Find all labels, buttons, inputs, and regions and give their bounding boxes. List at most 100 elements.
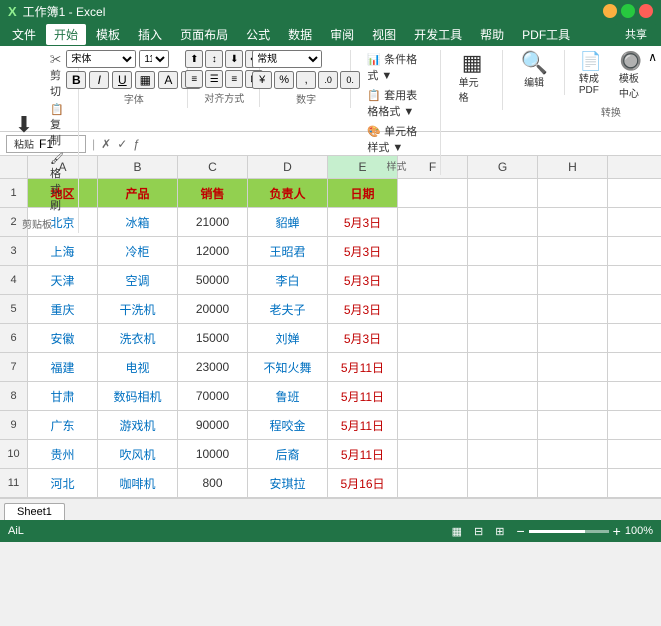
col-header-b[interactable]: B xyxy=(98,156,178,178)
cell-f2[interactable] xyxy=(398,208,468,236)
cell-d9[interactable]: 程咬金 xyxy=(248,411,328,439)
cell-h9[interactable] xyxy=(538,411,608,439)
cell-e3[interactable]: 5月3日 xyxy=(328,237,398,265)
cell-e1[interactable]: 日期 xyxy=(328,179,398,207)
row-header-5[interactable]: 5 xyxy=(0,295,28,323)
italic-button[interactable]: I xyxy=(89,71,109,89)
cancel-formula-icon[interactable]: ✗ xyxy=(101,137,111,151)
cut-button[interactable]: ✂ 剪切 xyxy=(46,50,68,100)
cell-d5[interactable]: 老夫子 xyxy=(248,295,328,323)
cell-b6[interactable]: 洗衣机 xyxy=(98,324,178,352)
border-button[interactable]: ▦ xyxy=(135,71,155,89)
row-header-9[interactable]: 9 xyxy=(0,411,28,439)
cell-h1[interactable] xyxy=(538,179,608,207)
cell-d7[interactable]: 不知火舞 xyxy=(248,353,328,381)
cell-c11[interactable]: 800 xyxy=(178,469,248,497)
row-header-8[interactable]: 8 xyxy=(0,382,28,410)
cell-f5[interactable] xyxy=(398,295,468,323)
cell-a10[interactable]: 贵州 xyxy=(28,440,98,468)
cell-f10[interactable] xyxy=(398,440,468,468)
cell-d3[interactable]: 王昭君 xyxy=(248,237,328,265)
view-normal-icon[interactable]: ▦ xyxy=(452,525,462,538)
cell-g10[interactable] xyxy=(468,440,538,468)
cell-f7[interactable] xyxy=(398,353,468,381)
cell-g6[interactable] xyxy=(468,324,538,352)
cell-h10[interactable] xyxy=(538,440,608,468)
cell-h7[interactable] xyxy=(538,353,608,381)
cell-c10[interactable]: 10000 xyxy=(178,440,248,468)
percent-button[interactable]: % xyxy=(274,71,294,89)
comma-button[interactable]: , xyxy=(296,71,316,89)
align-right-button[interactable]: ≡ xyxy=(225,70,243,88)
menu-template[interactable]: 模板 xyxy=(88,24,128,45)
cell-g4[interactable] xyxy=(468,266,538,294)
cell-d1[interactable]: 负责人 xyxy=(248,179,328,207)
cell-e10[interactable]: 5月11日 xyxy=(328,440,398,468)
col-header-d[interactable]: D xyxy=(248,156,328,178)
cell-h11[interactable] xyxy=(538,469,608,497)
cell-c1[interactable]: 销售 xyxy=(178,179,248,207)
font-family-select[interactable]: 宋体 xyxy=(66,50,136,68)
bold-button[interactable]: B xyxy=(66,71,86,89)
font-size-select[interactable]: 11 xyxy=(139,50,169,68)
conditional-format-button[interactable]: 📊 条件格式 ▼ xyxy=(363,50,429,84)
cell-b3[interactable]: 冷柜 xyxy=(98,237,178,265)
minimize-button[interactable] xyxy=(603,4,617,18)
cell-a8[interactable]: 甘肃 xyxy=(28,382,98,410)
cell-b8[interactable]: 数码相机 xyxy=(98,382,178,410)
col-header-c[interactable]: C xyxy=(178,156,248,178)
dec-increase-button[interactable]: .0 xyxy=(318,71,338,89)
cell-b5[interactable]: 干洗机 xyxy=(98,295,178,323)
close-button[interactable] xyxy=(639,4,653,18)
menu-insert[interactable]: 插入 xyxy=(130,24,170,45)
cell-c2[interactable]: 21000 xyxy=(178,208,248,236)
cell-g1[interactable] xyxy=(468,179,538,207)
cell-c7[interactable]: 23000 xyxy=(178,353,248,381)
row-header-10[interactable]: 10 xyxy=(0,440,28,468)
cell-b4[interactable]: 空调 xyxy=(98,266,178,294)
cell-d8[interactable]: 鲁班 xyxy=(248,382,328,410)
menu-home[interactable]: 开始 xyxy=(46,24,86,45)
cell-c4[interactable]: 50000 xyxy=(178,266,248,294)
cell-a7[interactable]: 福建 xyxy=(28,353,98,381)
insert-function-icon[interactable]: ƒ xyxy=(133,137,140,151)
cell-e4[interactable]: 5月3日 xyxy=(328,266,398,294)
align-center-button[interactable]: ☰ xyxy=(205,70,223,88)
cell-a9[interactable]: 广东 xyxy=(28,411,98,439)
cell-g8[interactable] xyxy=(468,382,538,410)
cell-e5[interactable]: 5月3日 xyxy=(328,295,398,323)
ribbon-collapse-button[interactable]: ∧ xyxy=(648,50,657,64)
cell-b10[interactable]: 吹风机 xyxy=(98,440,178,468)
cell-g3[interactable] xyxy=(468,237,538,265)
menu-dev[interactable]: 开发工具 xyxy=(406,24,470,45)
row-header-6[interactable]: 6 xyxy=(0,324,28,352)
cell-f1[interactable] xyxy=(398,179,468,207)
row-header-4[interactable]: 4 xyxy=(0,266,28,294)
share-button[interactable]: 共享 xyxy=(615,24,657,44)
cell-e11[interactable]: 5月16日 xyxy=(328,469,398,497)
cell-d4[interactable]: 李白 xyxy=(248,266,328,294)
zoom-in-button[interactable]: + xyxy=(613,523,621,539)
cell-f8[interactable] xyxy=(398,382,468,410)
menu-file[interactable]: 文件 xyxy=(4,24,44,45)
col-header-h[interactable]: H xyxy=(538,156,608,178)
row-header-11[interactable]: 11 xyxy=(0,469,28,497)
maximize-button[interactable] xyxy=(621,4,635,18)
cell-c6[interactable]: 15000 xyxy=(178,324,248,352)
menu-view[interactable]: 视图 xyxy=(364,24,404,45)
view-page-icon[interactable]: ⊞ xyxy=(495,525,504,538)
cell-c8[interactable]: 70000 xyxy=(178,382,248,410)
cell-d10[interactable]: 后裔 xyxy=(248,440,328,468)
view-layout-icon[interactable]: ⊟ xyxy=(474,525,483,538)
cell-a6[interactable]: 安徽 xyxy=(28,324,98,352)
format-painter-button[interactable]: 🖌 格式刷 xyxy=(46,151,68,214)
cell-a5[interactable]: 重庆 xyxy=(28,295,98,323)
cell-b7[interactable]: 电视 xyxy=(98,353,178,381)
cells-button[interactable]: ▦ 单元格 xyxy=(453,50,492,106)
menu-review[interactable]: 审阅 xyxy=(322,24,362,45)
menu-formula[interactable]: 公式 xyxy=(238,24,278,45)
cell-b11[interactable]: 咖啡机 xyxy=(98,469,178,497)
cell-a11[interactable]: 河北 xyxy=(28,469,98,497)
cell-h3[interactable] xyxy=(538,237,608,265)
cell-styles-button[interactable]: 🎨 单元格样式 ▼ xyxy=(363,122,429,156)
